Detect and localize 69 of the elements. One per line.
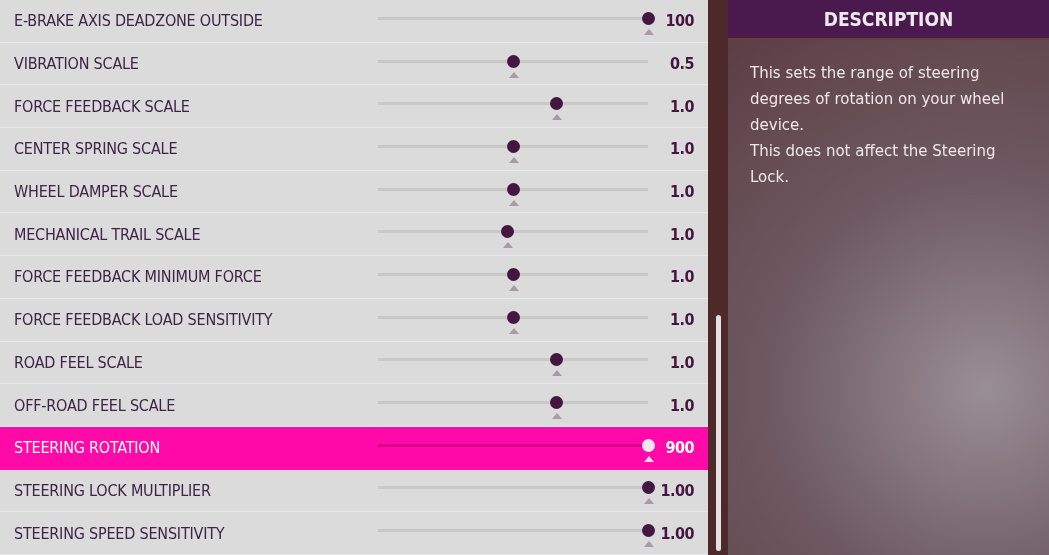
- setting-row[interactable]: E-BRAKE AXIS DEADZONE OUTSIDE 100: [0, 0, 708, 43]
- default-marker-icon: [508, 199, 519, 206]
- setting-value: 0.5: [669, 54, 694, 74]
- setting-row[interactable]: WHEEL DAMPER SCALE 1.0: [0, 170, 708, 214]
- setting-row[interactable]: VIBRATION SCALE 0.5: [0, 42, 708, 86]
- slider-thumb[interactable]: [642, 11, 655, 25]
- setting-row[interactable]: STEERING SPEED SENSITIVITY 1.00: [0, 512, 708, 555]
- setting-row[interactable]: FORCE FEEDBACK LOAD SENSITIVITY 1.0: [0, 298, 708, 342]
- setting-value: 900: [664, 438, 694, 458]
- slider-thumb[interactable]: [549, 353, 563, 367]
- scrollbar[interactable]: [715, 315, 721, 551]
- setting-label: CENTER SPRING SCALE: [14, 139, 179, 159]
- setting-row[interactable]: STEERING LOCK MULTIPLIER 1.00: [0, 469, 708, 513]
- description-title: DESCRIPTION: [728, 0, 1049, 40]
- setting-label: STEERING LOCK MULTIPLIER: [14, 480, 212, 500]
- setting-label: ROAD FEEL SCALE: [14, 352, 144, 372]
- default-marker-icon: [508, 327, 519, 334]
- setting-row[interactable]: MECHANICAL TRAIL SCALE 1.0: [0, 213, 708, 257]
- default-marker-icon: [551, 413, 562, 420]
- setting-value: 1.0: [669, 267, 694, 287]
- setting-label: FORCE FEEDBACK LOAD SENSITIVITY: [14, 310, 274, 330]
- default-marker-icon: [503, 242, 514, 249]
- default-marker-icon: [644, 28, 654, 35]
- setting-row[interactable]: FORCE FEEDBACK SCALE 1.0: [0, 85, 708, 129]
- setting-value: 1.0: [669, 224, 694, 244]
- description-text: This sets the range of steering degrees of rotation on your wheel device.: [750, 63, 1006, 136]
- default-marker-icon: [551, 114, 562, 121]
- setting-value: 1.0: [669, 96, 694, 116]
- slider-thumb[interactable]: [506, 139, 520, 153]
- slider-thumb[interactable]: [549, 396, 563, 410]
- setting-value: 1.00: [659, 523, 694, 543]
- setting-label: STEERING SPEED SENSITIVITY: [14, 523, 226, 543]
- setting-value: 1.0: [669, 395, 694, 415]
- default-marker-icon: [644, 541, 654, 548]
- slider-thumb[interactable]: [642, 438, 655, 452]
- setting-value: 1.0: [669, 310, 694, 330]
- description-text: This does not affect the Steering Lock.: [750, 141, 997, 188]
- setting-value: 1.00: [659, 480, 694, 500]
- slider-thumb[interactable]: [506, 310, 520, 324]
- default-marker-icon: [508, 71, 519, 78]
- default-marker-icon: [644, 498, 654, 505]
- default-marker-icon: [551, 370, 562, 377]
- setting-row[interactable]: OFF-ROAD FEEL SCALE 1.0: [0, 384, 708, 427]
- default-marker-icon: [508, 284, 519, 291]
- setting-label: MECHANICAL TRAIL SCALE: [14, 224, 202, 244]
- slider-thumb[interactable]: [642, 481, 655, 495]
- setting-label: VIBRATION SCALE: [14, 54, 140, 74]
- default-marker-icon: [644, 455, 654, 462]
- setting-label: FORCE FEEDBACK SCALE: [14, 96, 191, 116]
- setting-label: STEERING ROTATION: [14, 438, 162, 458]
- slider-thumb[interactable]: [642, 524, 655, 538]
- default-marker-icon: [508, 156, 519, 163]
- setting-label: OFF-ROAD FEEL SCALE: [14, 395, 177, 415]
- setting-value: 1.0: [669, 182, 694, 202]
- slider-thumb[interactable]: [506, 182, 520, 196]
- setting-row[interactable]: CENTER SPRING SCALE 1.0: [0, 128, 708, 171]
- setting-row[interactable]: STEERING ROTATION 900: [0, 426, 708, 470]
- setting-value: 1.0: [669, 139, 694, 159]
- setting-label: E-BRAKE AXIS DEADZONE OUTSIDE: [14, 11, 264, 31]
- setting-value: 1.0: [669, 352, 694, 372]
- setting-row[interactable]: ROAD FEEL SCALE 1.0: [0, 341, 708, 385]
- slider-thumb[interactable]: [549, 97, 563, 111]
- slider-thumb[interactable]: [501, 225, 515, 239]
- slider-thumb[interactable]: [506, 267, 520, 281]
- setting-value: 100: [664, 11, 694, 31]
- setting-label: WHEEL DAMPER SCALE: [14, 182, 179, 202]
- setting-label: FORCE FEEDBACK MINIMUM FORCE: [14, 267, 263, 287]
- slider-thumb[interactable]: [506, 54, 520, 68]
- setting-row[interactable]: FORCE FEEDBACK MINIMUM FORCE 1.0: [0, 256, 708, 299]
